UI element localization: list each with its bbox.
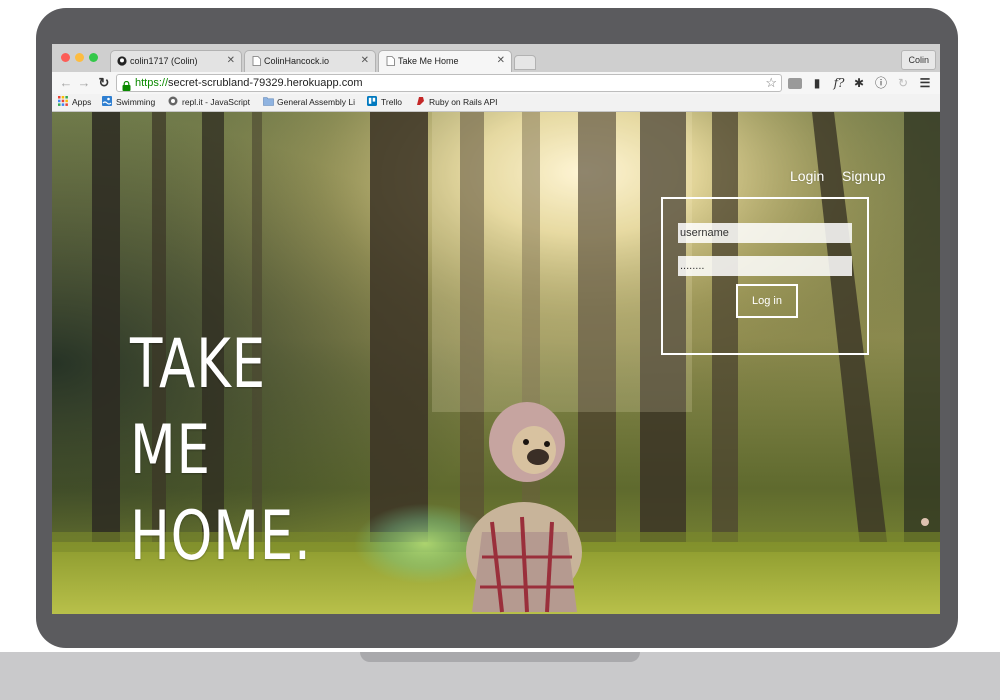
bookmark-swimming[interactable]: Swimming xyxy=(102,96,155,109)
bookmark-apps[interactable]: Apps xyxy=(58,96,91,109)
password-input[interactable] xyxy=(678,256,852,276)
url-scheme: https:// xyxy=(135,77,169,89)
login-form: Log in xyxy=(661,197,869,355)
bookmark-star-icon[interactable]: ☆ xyxy=(765,75,777,91)
bookmark-general-assembly[interactable]: General Assembly Li xyxy=(263,96,355,109)
bookmark-rails-api[interactable]: Ruby on Rails API xyxy=(415,96,498,109)
login-button[interactable]: Log in xyxy=(736,284,798,318)
formula-icon[interactable]: f? xyxy=(832,76,846,90)
extension-icon[interactable] xyxy=(788,78,802,89)
username-input[interactable] xyxy=(678,223,852,243)
browser-window: colin1717 (Colin) ✕ ColinHancock.io ✕ Ta… xyxy=(52,44,940,614)
close-icon[interactable]: ✕ xyxy=(361,55,369,66)
tab-take-me-home[interactable]: Take Me Home ✕ xyxy=(378,50,512,72)
hero-line: TAKE xyxy=(130,325,266,404)
address-bar[interactable]: https://secret-scrubland-79329.herokuapp… xyxy=(116,74,782,92)
swimming-icon xyxy=(102,96,112,106)
bookmark-trello[interactable]: Trello xyxy=(367,96,402,109)
page-icon xyxy=(251,56,261,66)
github-icon xyxy=(117,56,127,66)
bookmark-label: Swimming xyxy=(116,97,156,107)
reload-icon[interactable]: ↻ xyxy=(96,75,112,91)
url-text: https://secret-scrubland-79329.herokuapp… xyxy=(135,77,362,89)
profile-button[interactable]: Colin xyxy=(901,50,936,70)
page-icon xyxy=(385,56,395,66)
gear-icon[interactable]: ✱ xyxy=(852,76,866,90)
folder-icon xyxy=(263,96,274,106)
laptop-notch xyxy=(360,652,640,662)
url-host: secret-scrubland-79329.herokuapp.com xyxy=(168,77,363,89)
close-icon[interactable]: ✕ xyxy=(227,55,235,66)
replit-icon xyxy=(168,96,178,106)
window-maximize-button[interactable] xyxy=(89,53,98,62)
back-arrow-icon[interactable]: ← xyxy=(58,75,74,91)
new-tab-button[interactable] xyxy=(514,55,536,70)
trello-icon xyxy=(367,96,377,106)
tab-title: ColinHancock.io xyxy=(264,56,330,66)
hero-line: HOME. xyxy=(130,497,312,576)
menu-icon[interactable]: ☰ xyxy=(918,76,932,90)
tab-title: Take Me Home xyxy=(398,56,459,66)
rails-icon xyxy=(415,96,425,106)
nav-login-link[interactable]: Login xyxy=(790,168,824,184)
close-icon[interactable]: ✕ xyxy=(497,55,505,66)
bookmark-label: Apps xyxy=(72,97,92,107)
webpage: TAKE ME HOME. Login Signup Log in xyxy=(52,112,940,614)
bookmark-replit[interactable]: repl.it - JavaScript xyxy=(168,96,250,109)
refresh-extension-icon[interactable]: ↻ xyxy=(896,76,910,90)
bookmark-label: Trello xyxy=(381,97,402,107)
lock-icon xyxy=(122,78,131,91)
bookmarks-bar: Apps Swimming repl.it - JavaScript Gener… xyxy=(52,94,940,112)
tab-bar: colin1717 (Colin) ✕ ColinHancock.io ✕ Ta… xyxy=(52,44,940,72)
bookmark-label: Ruby on Rails API xyxy=(429,97,498,107)
tab-colinhancock[interactable]: ColinHancock.io ✕ xyxy=(244,50,376,72)
bookmark-label: repl.it - JavaScript xyxy=(182,97,251,107)
hero-line: ME xyxy=(130,411,211,490)
tab-title: colin1717 (Colin) xyxy=(130,56,198,66)
forward-arrow-icon[interactable]: → xyxy=(76,75,92,91)
browser-toolbar: ← → ↻ https://secret-scrubland-79329.her… xyxy=(52,72,940,94)
tab-github[interactable]: colin1717 (Colin) ✕ xyxy=(110,50,242,72)
hero-title: TAKE ME HOME. xyxy=(130,322,312,580)
bookmark-label: General Assembly Li xyxy=(277,97,355,107)
info-icon[interactable]: ⓘ xyxy=(874,76,888,90)
reader-icon[interactable]: ▮ xyxy=(810,76,824,90)
nav-signup-link[interactable]: Signup xyxy=(842,168,886,184)
window-minimize-button[interactable] xyxy=(75,53,84,62)
apps-grid-icon xyxy=(58,96,68,106)
window-close-button[interactable] xyxy=(61,53,70,62)
